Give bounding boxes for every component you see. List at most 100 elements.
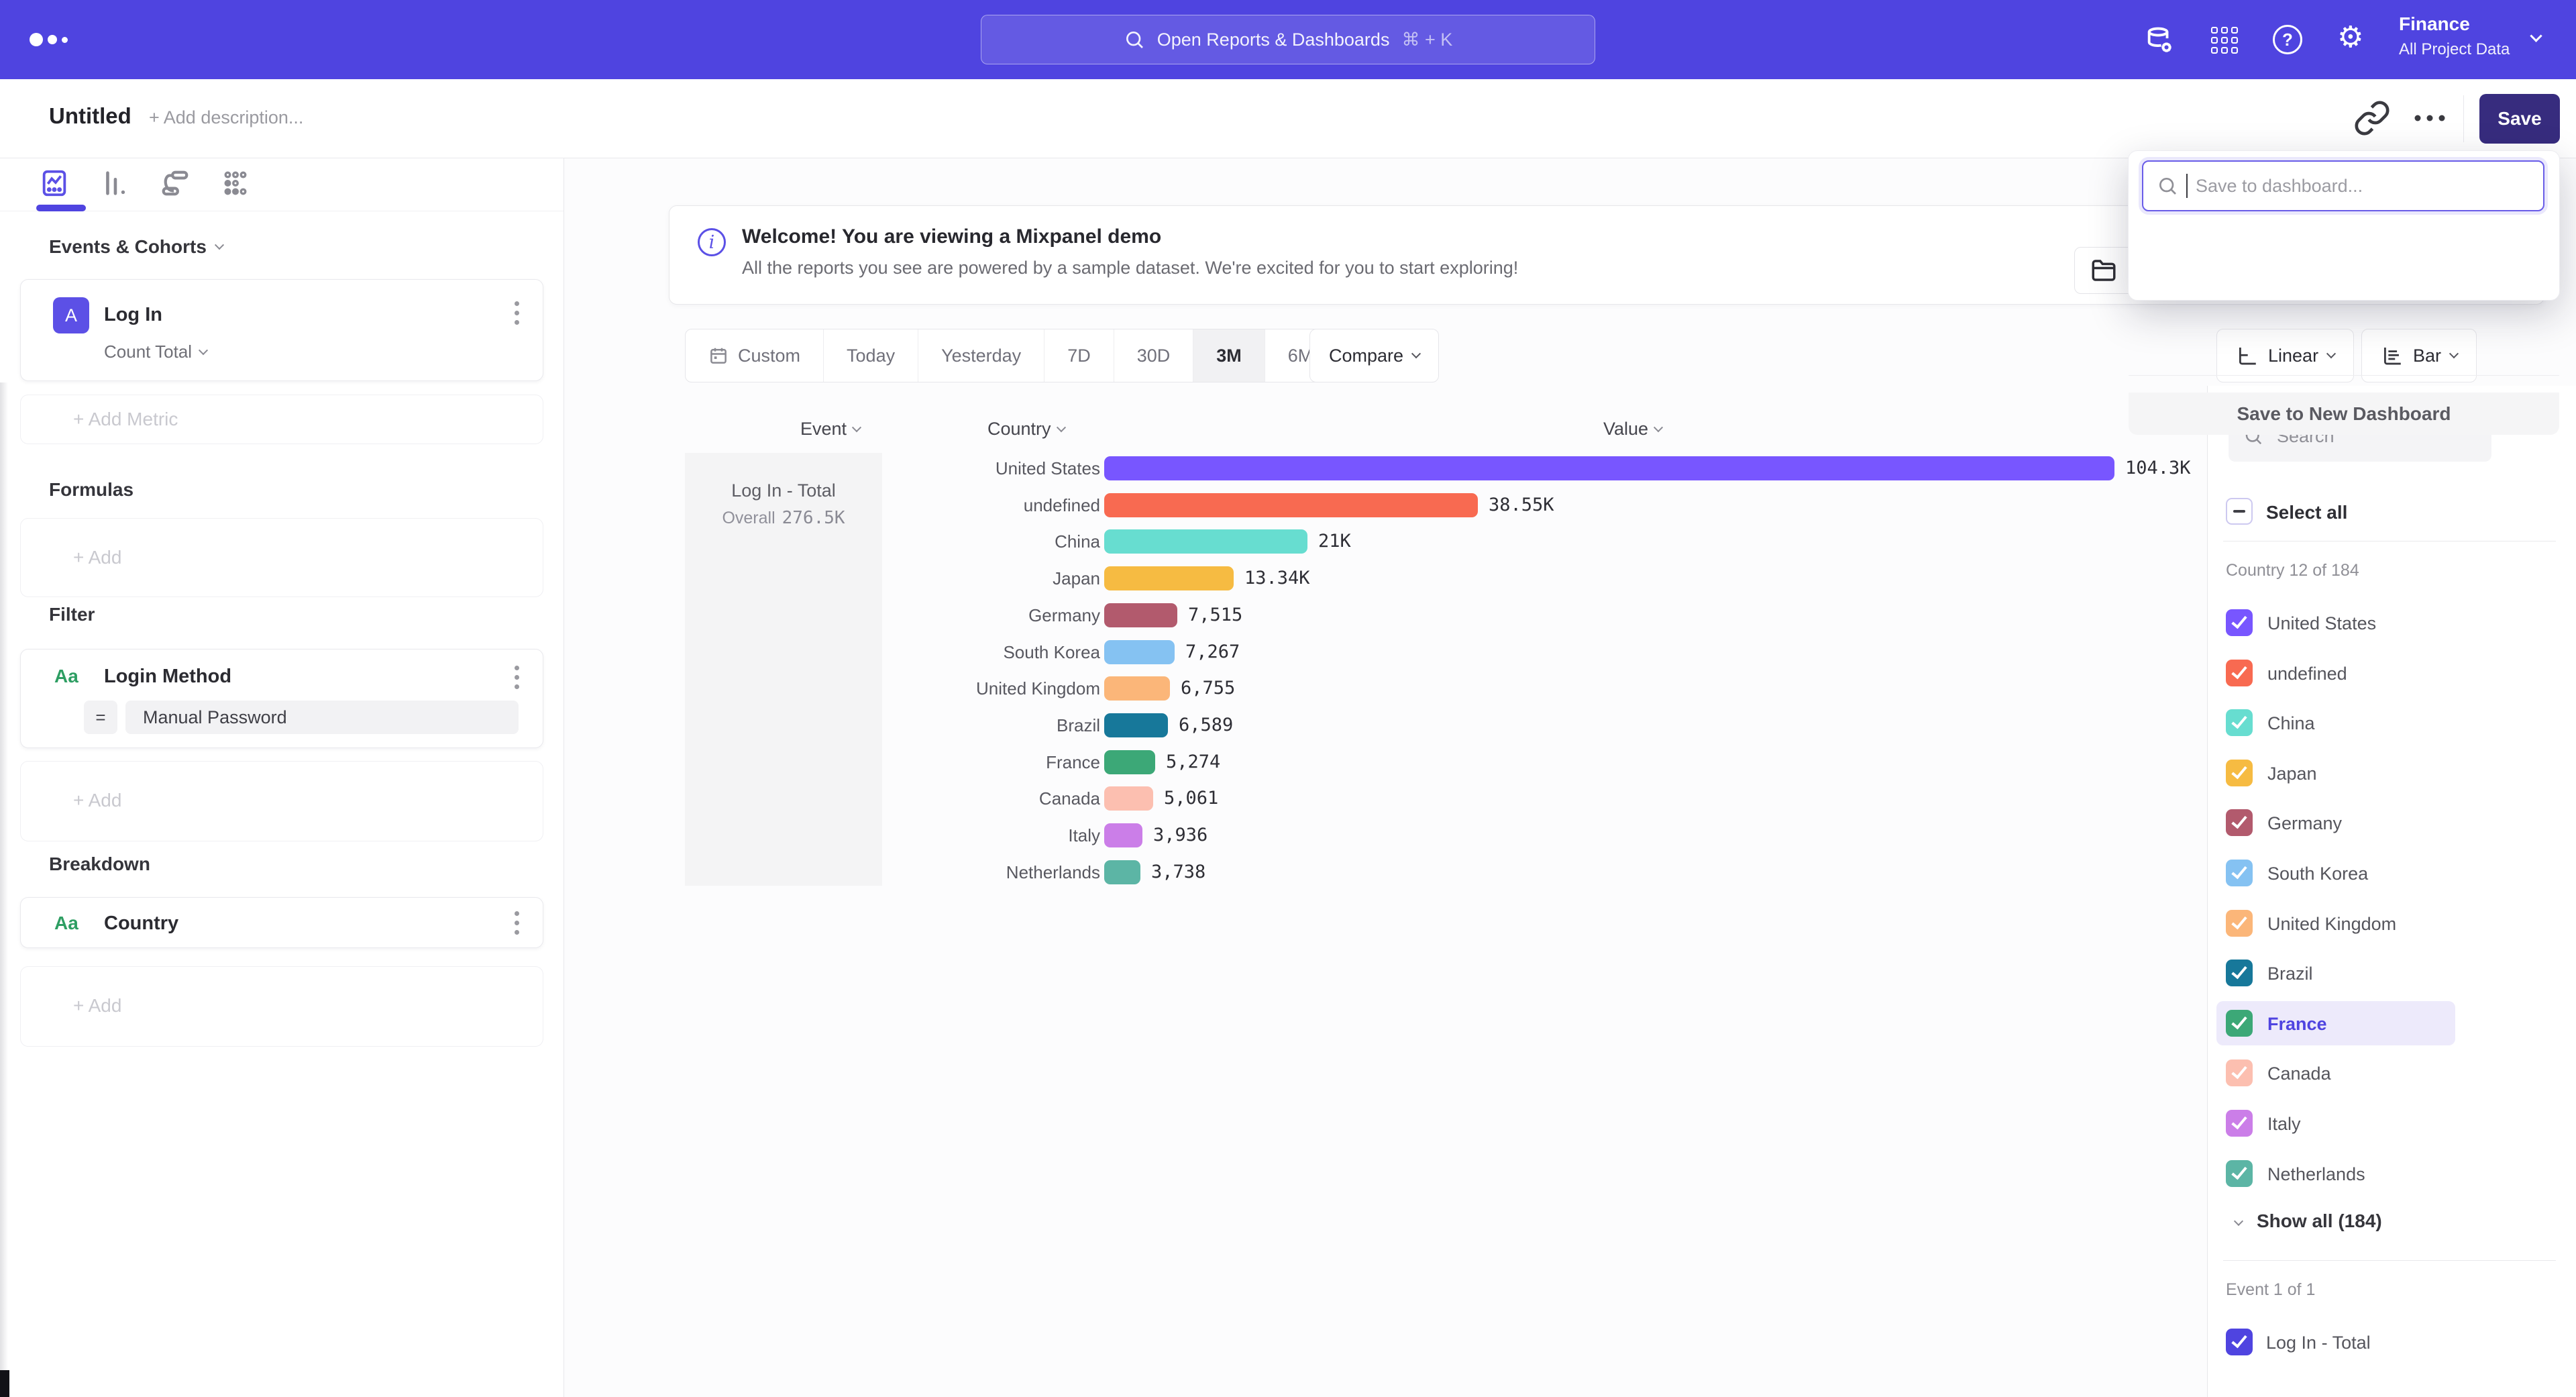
filter-property-name[interactable]: Login Method (104, 666, 231, 688)
bar[interactable] (1104, 823, 1142, 847)
filter-value-chip[interactable]: Manual Password (125, 701, 519, 734)
country-item-label[interactable]: undefined (2267, 664, 2347, 684)
select-all-label[interactable]: Select all (2266, 502, 2347, 523)
bar[interactable] (1104, 493, 1478, 517)
country-checkbox-south-korea[interactable] (2226, 860, 2253, 886)
check-icon (2231, 763, 2247, 780)
country-checkbox-italy[interactable] (2226, 1110, 2253, 1137)
range-today[interactable]: Today (824, 329, 918, 382)
breakdown-property-name[interactable]: Country (104, 913, 178, 935)
help-icon[interactable]: ? (2273, 25, 2304, 56)
metric-kebab-icon[interactable] (515, 301, 519, 325)
scale-dropdown[interactable]: Linear (2216, 329, 2354, 382)
bar[interactable] (1104, 529, 1307, 554)
bar-category-label: Japan (671, 560, 1100, 597)
range-7d[interactable]: 7D (1044, 329, 1114, 382)
breakdown-card[interactable]: Aa Country (20, 897, 543, 948)
global-search-input[interactable]: Open Reports & Dashboards ⌘ + K (981, 15, 1595, 64)
bar[interactable] (1104, 750, 1155, 774)
breakdown-kebab-icon[interactable] (515, 911, 519, 935)
country-checkbox-china[interactable] (2226, 709, 2253, 736)
bar[interactable] (1104, 713, 1168, 737)
country-checkbox-netherlands[interactable] (2226, 1160, 2253, 1187)
bar[interactable] (1104, 786, 1153, 811)
section-filter: Filter (49, 604, 95, 625)
bar-category-label: Italy (671, 817, 1100, 853)
save-to-new-dashboard-button[interactable]: Save to New Dashboard (2129, 393, 2559, 435)
filter-kebab-icon[interactable] (515, 666, 519, 689)
chart-type-dropdown[interactable]: Bar (2361, 329, 2477, 382)
range-custom[interactable]: Custom (686, 329, 824, 382)
column-header-country[interactable]: Country (987, 419, 1065, 439)
metric-series-badge: A (53, 297, 89, 333)
country-item-label[interactable]: Brazil (2267, 964, 2313, 984)
more-options-icon[interactable] (2411, 109, 2449, 146)
range-yesterday[interactable]: Yesterday (918, 329, 1044, 382)
country-item-label[interactable]: Canada (2267, 1064, 2331, 1084)
folder-icon (2090, 256, 2118, 284)
metric-aggregation[interactable]: Count Total (104, 342, 207, 362)
filter-operator-chip[interactable]: = (84, 701, 117, 734)
add-metric-card[interactable]: + Add Metric (20, 395, 543, 444)
range-30d[interactable]: 30D (1114, 329, 1194, 382)
range-3m[interactable]: 3M (1193, 329, 1265, 382)
country-item-label[interactable]: United States (2267, 613, 2376, 634)
compare-button[interactable]: Compare (1309, 329, 1439, 382)
compare-label: Compare (1329, 346, 1403, 366)
bar[interactable] (1104, 603, 1177, 627)
mixpanel-logo-icon[interactable] (30, 0, 68, 79)
add-formula-card[interactable]: + Add (20, 518, 543, 597)
bar[interactable] (1104, 640, 1175, 664)
settings-gear-icon[interactable]: ⚙ (2337, 23, 2368, 54)
tab-insights[interactable] (39, 168, 70, 199)
show-all-toggle[interactable]: Show all (184) (2235, 1210, 2382, 1232)
event-item-label[interactable]: Log In - Total (2266, 1333, 2371, 1353)
add-description-placeholder[interactable]: + Add description... (149, 107, 303, 128)
tab-flows[interactable] (160, 168, 191, 199)
section-events-cohorts[interactable]: Events & Cohorts (49, 236, 223, 258)
data-management-icon[interactable] (2144, 25, 2175, 56)
country-checkbox-brazil[interactable] (2226, 960, 2253, 986)
country-checkbox-germany[interactable] (2226, 809, 2253, 836)
bar[interactable] (1104, 456, 2114, 480)
tab-retention[interactable] (220, 168, 251, 199)
bar[interactable] (1104, 566, 1234, 590)
country-checkbox-japan[interactable] (2226, 760, 2253, 786)
country-checkbox-canada[interactable] (2226, 1059, 2253, 1086)
country-item-label[interactable]: Italy (2267, 1114, 2301, 1135)
column-header-value[interactable]: Value (1603, 419, 1662, 439)
country-item-label[interactable]: United Kingdom (2267, 914, 2396, 935)
metric-event-name[interactable]: Log In (104, 304, 162, 326)
project-switcher[interactable]: Finance All Project Data (2399, 13, 2510, 59)
project-chevron-down-icon[interactable] (2532, 34, 2540, 46)
bar[interactable] (1104, 860, 1140, 884)
country-item-label[interactable]: France (2267, 1014, 2327, 1035)
save-button[interactable]: Save (2479, 94, 2560, 144)
add-breakdown-card[interactable]: + Add (20, 966, 543, 1047)
active-tab-indicator (36, 205, 86, 211)
metric-card[interactable]: A Log In Count Total (20, 279, 543, 381)
header-divider (2463, 95, 2464, 142)
tab-funnels[interactable] (99, 168, 130, 199)
country-item-label[interactable]: Japan (2267, 764, 2317, 784)
country-item-label[interactable]: Netherlands (2267, 1164, 2365, 1185)
country-checkbox-united-states[interactable] (2226, 609, 2253, 636)
copy-link-icon[interactable] (2353, 99, 2391, 137)
panel-divider (2223, 1260, 2556, 1261)
report-title[interactable]: Untitled (49, 103, 131, 129)
country-item-label[interactable]: Germany (2267, 813, 2342, 834)
column-header-event[interactable]: Event (800, 419, 860, 439)
country-item-label[interactable]: South Korea (2267, 864, 2368, 884)
country-checkbox-france[interactable] (2226, 1010, 2253, 1037)
select-all-checkbox[interactable] (2226, 498, 2253, 525)
country-item-label[interactable]: China (2267, 713, 2315, 734)
country-checkbox-undefined[interactable] (2226, 660, 2253, 686)
banner-subtitle: All the reports you see are powered by a… (742, 258, 1518, 278)
apps-grid-icon[interactable] (2210, 25, 2241, 56)
bar[interactable] (1104, 676, 1170, 701)
save-dashboard-search-input[interactable]: Save to dashboard... (2142, 160, 2544, 211)
add-filter-card[interactable]: + Add (20, 761, 543, 841)
filter-card[interactable]: Aa Login Method = Manual Password (20, 649, 543, 748)
event-item-checkbox[interactable] (2226, 1329, 2253, 1355)
country-checkbox-united-kingdom[interactable] (2226, 910, 2253, 937)
